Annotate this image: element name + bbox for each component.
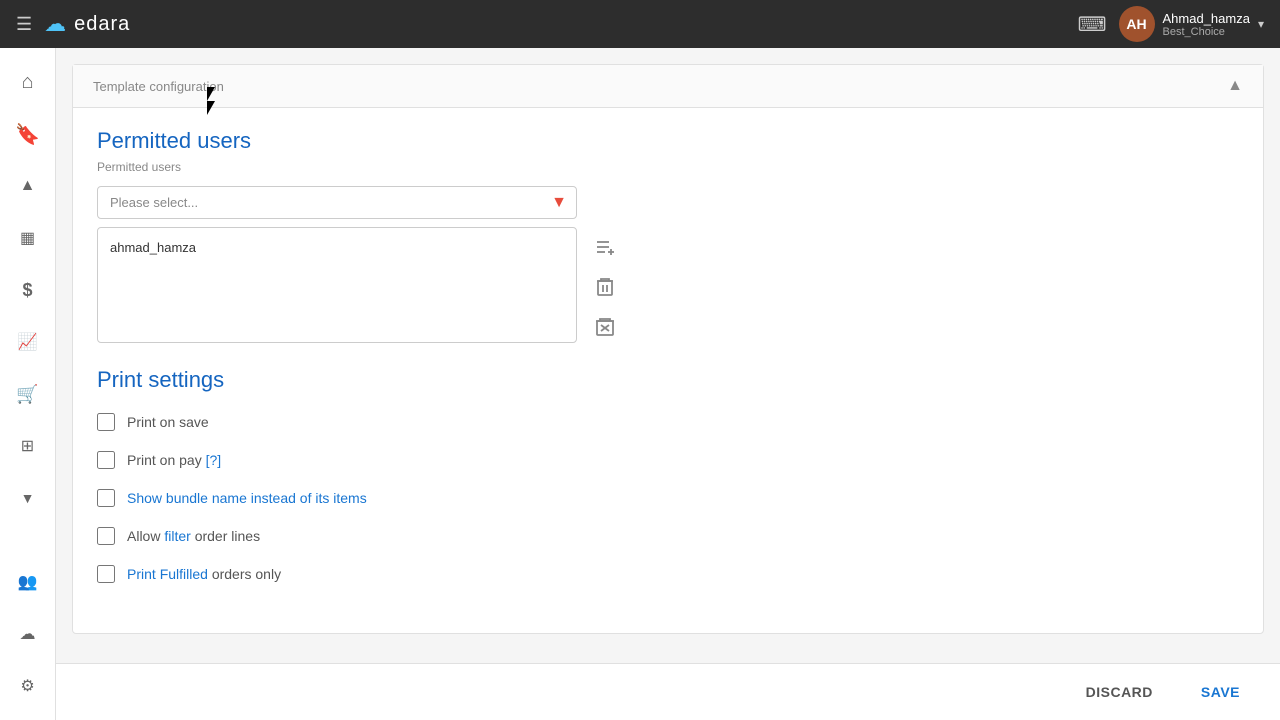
print-settings-title: Print settings [97, 367, 1239, 393]
allow-filter-label[interactable]: Allow filter order lines [127, 528, 260, 544]
user-item-ahmad: ahmad_hamza [106, 236, 568, 259]
avatar: AH [1119, 6, 1155, 42]
show-bundle-label[interactable]: Show bundle name instead of its items [127, 490, 367, 506]
action-buttons [589, 227, 621, 343]
user-name: Ahmad_hamza [1163, 11, 1250, 26]
logo-container: ☁ edara [44, 11, 130, 37]
checkbox-row-bundle: Show bundle name instead of its items [97, 489, 1239, 507]
sidebar-item-analytics[interactable]: 📈 [4, 318, 52, 366]
print-on-save-label[interactable]: Print on save [127, 414, 209, 430]
sidebar-item-cloud[interactable]: ☁ [4, 610, 52, 658]
collapse-button[interactable]: ▲ [1227, 77, 1243, 95]
discard-button[interactable]: DISCARD [1070, 676, 1169, 708]
users-list: ahmad_hamza [97, 227, 577, 343]
allow-filter-checkbox[interactable] [97, 527, 115, 545]
navbar-left: ☰ ☁ edara [16, 11, 130, 37]
checkbox-row-fulfilled: Print Fulfilled orders only [97, 565, 1239, 583]
navbar: ☰ ☁ edara ⌨ AH Ahmad_hamza Best_Choice ▾ [0, 0, 1280, 48]
sidebar-item-users[interactable]: 👥 [4, 558, 52, 606]
template-config-title: Template configuration [93, 79, 224, 94]
print-on-pay-checkbox[interactable] [97, 451, 115, 469]
select-container: Please select... ▼ [97, 186, 577, 219]
print-on-save-checkbox[interactable] [97, 413, 115, 431]
template-config-card: Template configuration ▲ Permitted users… [72, 64, 1264, 634]
card-body: Permitted users Permitted users Please s… [73, 108, 1263, 633]
user-company: Best_Choice [1163, 26, 1250, 38]
sidebar-item-collapse-down[interactable]: ▼ [4, 474, 52, 522]
permitted-users-select[interactable]: Please select... [97, 186, 577, 219]
sidebar-item-home[interactable]: ⌂ [4, 58, 52, 106]
sidebar-item-collapse-up[interactable]: ▲ [4, 162, 52, 210]
user-info: Ahmad_hamza Best_Choice [1163, 11, 1250, 38]
print-on-pay-help-link[interactable]: [?] [206, 452, 222, 468]
checkbox-row-print-on-pay: Print on pay [?] [97, 451, 1239, 469]
print-fulfilled-label[interactable]: Print Fulfilled orders only [127, 566, 281, 582]
hamburger-icon[interactable]: ☰ [16, 14, 32, 35]
sidebar-item-bookmarks[interactable]: 🔖 [4, 110, 52, 158]
sidebar-item-finance[interactable]: $ [4, 266, 52, 314]
print-fulfilled-checkbox[interactable] [97, 565, 115, 583]
permitted-users-subtitle: Permitted users [97, 160, 1239, 174]
show-bundle-checkbox[interactable] [97, 489, 115, 507]
logo-cloud-icon: ☁ [44, 11, 66, 37]
chevron-down-icon: ▾ [1258, 17, 1264, 31]
users-row: ahmad_hamza [97, 227, 1239, 343]
template-config-header: Template configuration ▲ [73, 65, 1263, 108]
sidebar-item-reports[interactable]: ⊞ [4, 422, 52, 470]
user-menu[interactable]: AH Ahmad_hamza Best_Choice ▾ [1119, 6, 1264, 42]
sidebar: ⌂ 🔖 ▲ ▦ $ 📈 🛒 ⊞ ▼ 👥 ☁ ⚙ [0, 48, 56, 720]
clear-all-button[interactable] [589, 311, 621, 343]
delete-item-button[interactable] [589, 271, 621, 303]
sidebar-item-grid[interactable]: ▦ [4, 214, 52, 262]
add-to-list-button[interactable] [589, 231, 621, 263]
main-layout: ⌂ 🔖 ▲ ▦ $ 📈 🛒 ⊞ ▼ 👥 ☁ ⚙ Template configu… [0, 48, 1280, 720]
save-button[interactable]: SAVE [1185, 676, 1256, 708]
footer: DISCARD SAVE [56, 663, 1280, 720]
navbar-right: ⌨ AH Ahmad_hamza Best_Choice ▾ [1078, 6, 1264, 42]
notifications-button[interactable]: ⌨ [1078, 12, 1107, 37]
checkbox-row-print-on-save: Print on save [97, 413, 1239, 431]
print-on-pay-label[interactable]: Print on pay [?] [127, 452, 221, 468]
checkbox-row-filter: Allow filter order lines [97, 527, 1239, 545]
content-area: Template configuration ▲ Permitted users… [56, 48, 1280, 663]
sidebar-item-orders[interactable]: 🛒 [4, 370, 52, 418]
permitted-users-title: Permitted users [97, 128, 1239, 154]
logo-text: edara [74, 13, 130, 36]
sidebar-item-settings[interactable]: ⚙ [4, 662, 52, 710]
